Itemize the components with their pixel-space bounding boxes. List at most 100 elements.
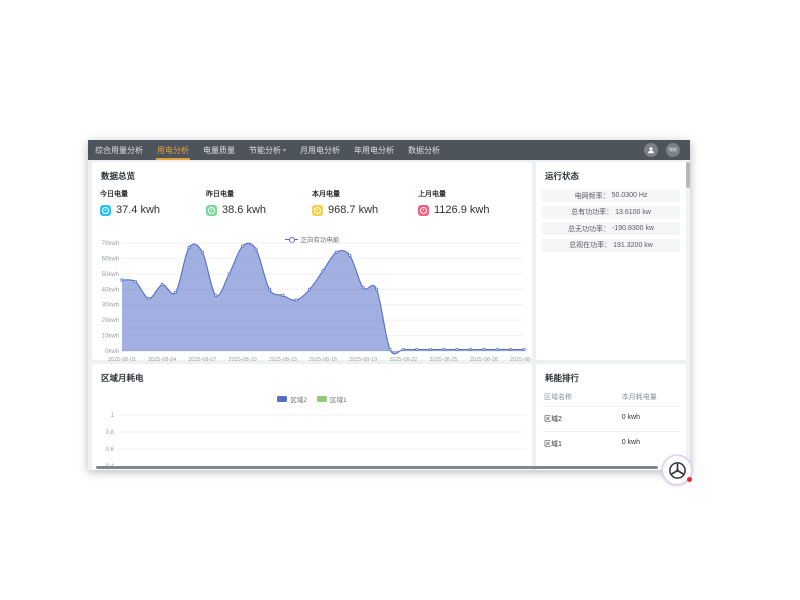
stat-card: 昨日电量 38.6 kwh xyxy=(206,189,312,216)
status-value: 191.3200 kw xyxy=(613,242,653,249)
stat-label: 昨日电量 xyxy=(206,189,312,199)
status-value: 13.6100 kw xyxy=(615,209,651,216)
status-label: 总无功功率： xyxy=(568,224,610,234)
stat-value-row: 1126.9 kwh xyxy=(418,204,489,216)
region-legend-item[interactable]: 区域2 xyxy=(277,394,307,404)
ranking-rows: 区域20 kwh区域10 kwh xyxy=(542,406,680,456)
svg-text:20kwh: 20kwh xyxy=(102,318,119,324)
meter-icon xyxy=(418,205,429,216)
svg-text:40kwh: 40kwh xyxy=(102,287,119,293)
assistant-float-button[interactable] xyxy=(663,456,691,484)
region-legend-label: 区域1 xyxy=(330,394,347,404)
chevron-down-icon: ▾ xyxy=(283,147,286,154)
stat-label: 上月电量 xyxy=(418,189,489,199)
logo-badge-button[interactable]: 物联 xyxy=(666,143,680,157)
svg-text:2025-08-01: 2025-08-01 xyxy=(108,357,136,363)
user-icon xyxy=(647,146,655,154)
nav-tab[interactable]: 用电分析 xyxy=(150,140,196,160)
nav-tab[interactable]: 月用电分析 xyxy=(293,140,347,160)
nav-tab-label: 电量质量 xyxy=(203,145,235,156)
top-navbar: 综合用量分析用电分析电量质量节能分析▾月用电分析年用电分析数据分析 物联 xyxy=(88,140,690,160)
nav-tab-label: 综合用量分析 xyxy=(95,145,143,156)
legend-swatch xyxy=(317,396,327,402)
energy-ranking-card: 耗能排行 区域名称 本月耗电量 区域20 kwh区域10 kwh xyxy=(536,364,686,470)
data-overview-card: 数据总览 今日电量37.4 kwh昨日电量 38.6 kwh 本月电量 968.7 k… xyxy=(92,162,532,360)
horizontal-scrollbar-thumb[interactable] xyxy=(96,466,658,469)
app-window: 综合用量分析用电分析电量质量节能分析▾月用电分析年用电分析数据分析 物联 数据总… xyxy=(88,140,690,470)
stat-value-row: 968.7 kwh xyxy=(312,204,418,216)
meter-ring xyxy=(420,207,427,214)
svg-text:0kwh: 0kwh xyxy=(105,349,119,355)
stat-card: 本月电量 968.7 kwh xyxy=(312,189,418,216)
svg-text:2025-08-28: 2025-08-28 xyxy=(470,357,498,363)
vertical-scrollbar-thumb[interactable] xyxy=(686,162,690,188)
ranking-row-name: 区域2 xyxy=(544,414,622,424)
status-label: 电网频率： xyxy=(575,191,610,201)
ranking-header-row: 区域名称 本月耗电量 xyxy=(542,388,680,406)
meter-ring xyxy=(102,207,109,214)
nav-right-actions: 物联 xyxy=(644,140,690,160)
region-title: 区域月耗电 xyxy=(101,372,144,384)
stat-value-row: 37.4 kwh xyxy=(100,204,206,216)
nav-tab-label: 月用电分析 xyxy=(300,145,340,156)
svg-text:2025-08-19: 2025-08-19 xyxy=(349,357,377,363)
meter-ring xyxy=(208,207,215,214)
status-value: 50.0300 Hz xyxy=(612,192,648,199)
running-status-card: 运行状态 电网频率：50.0300 Hz总有功功率：13.6100 kw总无功功… xyxy=(536,162,686,360)
ranking-row: 区域10 kwh xyxy=(542,431,680,456)
svg-text:2025-08-22: 2025-08-22 xyxy=(389,357,417,363)
ranking-row-value: 0 kwh xyxy=(622,414,678,424)
stat-value-row: 38.6 kwh xyxy=(206,204,312,216)
svg-text:60kwh: 60kwh xyxy=(102,256,119,262)
status-row: 总视在功率：191.3200 kw xyxy=(542,239,680,252)
status-rows: 电网频率：50.0300 Hz总有功功率：13.6100 kw总无功功率：-19… xyxy=(542,189,680,255)
nav-tab[interactable]: 电量质量 xyxy=(196,140,242,160)
nav-tab-label: 用电分析 xyxy=(157,145,189,156)
running-status-title: 运行状态 xyxy=(545,170,579,182)
stat-value: 968.7 kwh xyxy=(328,204,378,216)
vertical-scrollbar[interactable] xyxy=(686,160,690,470)
svg-text:2025-08-13: 2025-08-13 xyxy=(269,357,297,363)
meter-icon xyxy=(206,205,217,216)
ranking-col-name: 区域名称 xyxy=(544,392,622,402)
ranking-title: 耗能排行 xyxy=(545,372,579,384)
nav-tab-label: 节能分析 xyxy=(249,145,281,156)
svg-text:10kwh: 10kwh xyxy=(102,334,119,340)
meter-ring xyxy=(314,207,321,214)
user-avatar-button[interactable] xyxy=(644,143,658,157)
ranking-table: 区域名称 本月耗电量 区域20 kwh区域10 kwh xyxy=(542,388,680,456)
meter-icon xyxy=(100,205,111,216)
stat-value: 38.6 kwh xyxy=(222,204,266,216)
nav-tab-label: 数据分析 xyxy=(408,145,440,156)
ranking-row: 区域20 kwh xyxy=(542,406,680,431)
svg-text:2025-08-31: 2025-08-31 xyxy=(510,357,532,363)
meter-icon xyxy=(312,205,323,216)
svg-text:0.6: 0.6 xyxy=(106,447,115,453)
region-chart-legend: 区域2 区域1 xyxy=(92,394,532,404)
nav-tab-label: 年用电分析 xyxy=(354,145,394,156)
nav-tab[interactable]: 综合用量分析 xyxy=(88,140,150,160)
stat-card: 上月电量 1126.9 kwh xyxy=(418,189,489,216)
status-row: 电网频率：50.0300 Hz xyxy=(542,189,680,202)
overview-title: 数据总览 xyxy=(101,170,135,182)
logo-badge-label: 物联 xyxy=(669,148,677,152)
region-chart-svg: 10.80.60.40.20 xyxy=(92,408,532,470)
region-month-card: 区域月耗电 区域2区域1 10.80.60.40.20 xyxy=(92,364,532,470)
nav-tab[interactable]: 年用电分析 xyxy=(347,140,401,160)
svg-text:2025-08-10: 2025-08-10 xyxy=(229,357,257,363)
region-legend-item[interactable]: 区域1 xyxy=(317,394,347,404)
nav-tab[interactable]: 数据分析 xyxy=(401,140,447,160)
svg-text:0.8: 0.8 xyxy=(106,430,115,436)
status-label: 总视在功率： xyxy=(569,240,611,250)
stat-value: 1126.9 kwh xyxy=(434,204,489,216)
propeller-logo-icon xyxy=(668,461,687,480)
svg-text:2025-08-25: 2025-08-25 xyxy=(430,357,458,363)
legend-swatch xyxy=(277,396,287,402)
stat-label: 本月电量 xyxy=(312,189,418,199)
region-legend-label: 区域2 xyxy=(290,394,307,404)
ranking-col-value: 本月耗电量 xyxy=(622,392,678,402)
stat-card: 今日电量37.4 kwh xyxy=(100,189,206,216)
svg-text:30kwh: 30kwh xyxy=(102,303,119,309)
nav-tab[interactable]: 节能分析▾ xyxy=(242,140,293,160)
main-chart-svg: 0kwh10kwh20kwh30kwh40kwh50kwh60kwh70kwh2… xyxy=(92,240,532,364)
